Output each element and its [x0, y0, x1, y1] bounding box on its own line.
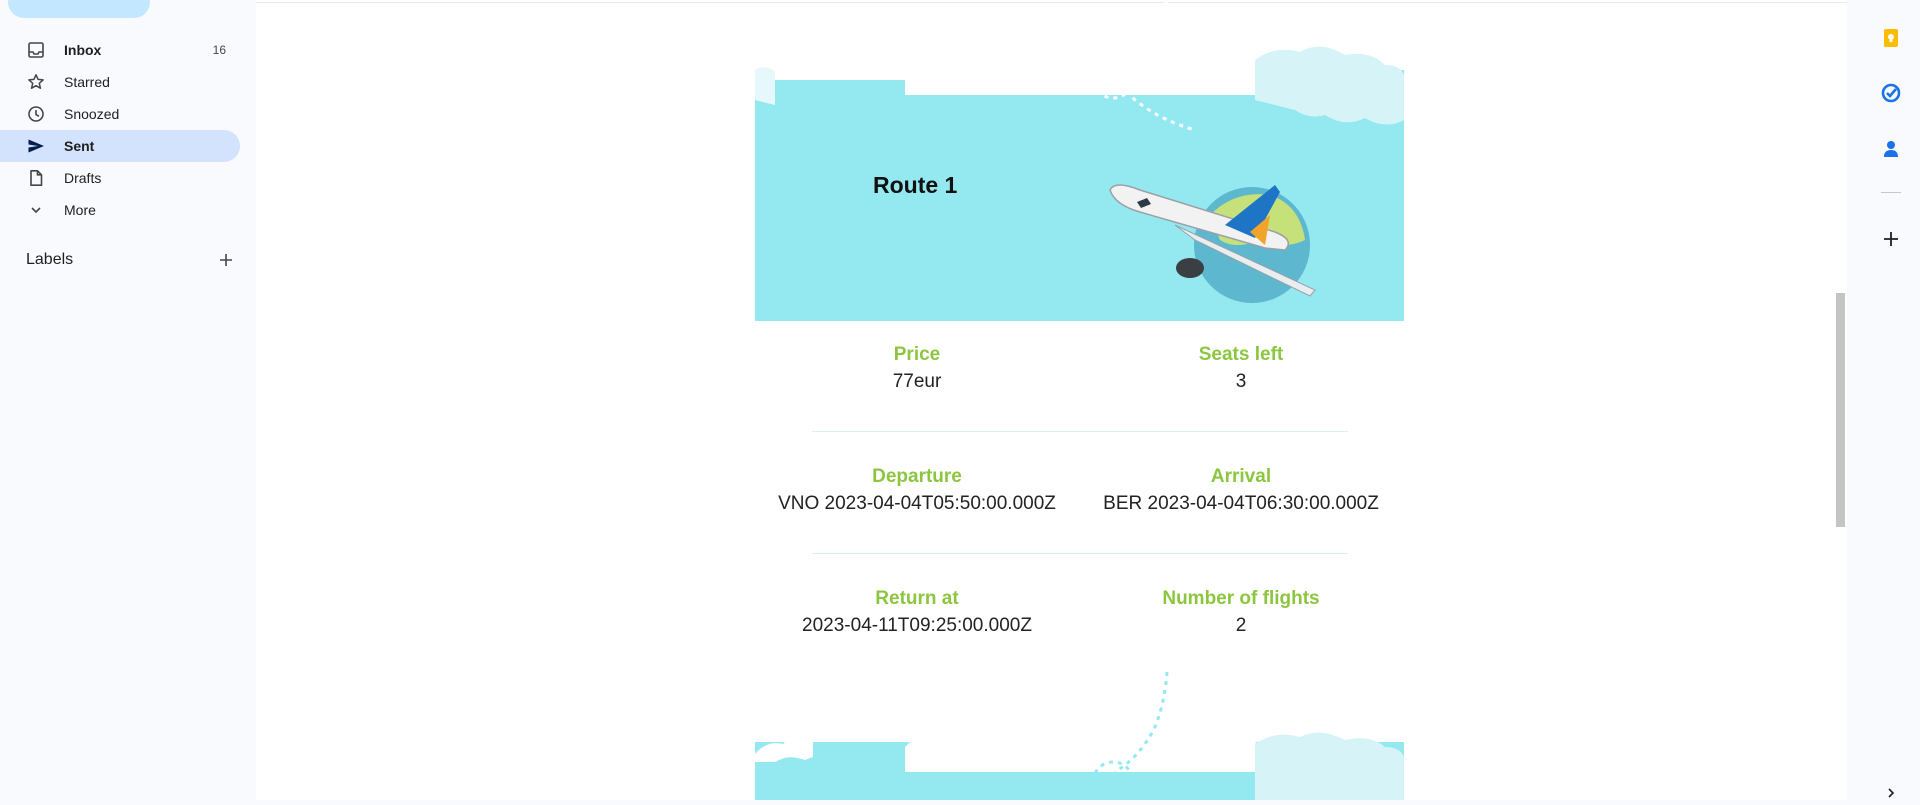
add-label-button[interactable]	[216, 250, 236, 270]
flights-label: Number of flights	[1162, 588, 1320, 609]
departure-arrival-row: Departure VNO 2023-04-04T05:50:00.000Z A…	[755, 465, 1404, 519]
sidebar: Inbox 16 Starred Snoozed Sent Drafts Mor…	[0, 0, 256, 800]
star-icon	[26, 72, 46, 92]
keep-icon[interactable]	[1879, 26, 1903, 50]
departure-label: Departure	[872, 466, 962, 487]
return-value: 2023-04-11T09:25:00.000Z	[802, 615, 1032, 636]
sidebar-item-drafts[interactable]: Drafts	[0, 162, 240, 194]
arrival-value: BER 2023-04-04T06:30:00.000Z	[1103, 493, 1379, 514]
email-body: Route 1 Price 77eur Seats left 3 Departu…	[755, 0, 1404, 800]
sidebar-item-label: Sent	[64, 138, 95, 154]
sidebar-item-sent[interactable]: Sent	[0, 130, 240, 162]
sidebar-item-label: Inbox	[64, 42, 102, 58]
clouds-illustration	[755, 0, 1404, 303]
side-panel	[1863, 0, 1920, 800]
scrollbar-thumb[interactable]	[1836, 293, 1845, 527]
inbox-icon	[26, 40, 46, 60]
sidebar-item-label: Starred	[64, 74, 110, 90]
scrollbar[interactable]	[1835, 0, 1847, 800]
price-value: 77eur	[892, 371, 942, 392]
plus-icon	[220, 254, 232, 266]
price-block: Price 77eur	[755, 343, 1079, 397]
labels-heading: Labels	[26, 251, 74, 268]
compose-button[interactable]	[8, 0, 150, 18]
sidebar-item-label: More	[64, 202, 96, 218]
seats-label: Seats left	[1198, 344, 1284, 365]
sidebar-item-starred[interactable]: Starred	[0, 66, 240, 98]
send-icon	[26, 136, 46, 156]
divider	[812, 553, 1348, 554]
unread-count: 16	[212, 43, 226, 57]
nav-list: Inbox 16 Starred Snoozed Sent Drafts Mor…	[0, 34, 256, 226]
return-flights-row: Return at 2023-04-11T09:25:00.000Z Numbe…	[755, 587, 1404, 641]
arrival-block: Arrival BER 2023-04-04T06:30:00.000Z	[1079, 465, 1403, 519]
clock-icon	[26, 104, 46, 124]
sidebar-item-snoozed[interactable]: Snoozed	[0, 98, 240, 130]
add-icon[interactable]	[1879, 227, 1903, 251]
seats-block: Seats left 3	[1079, 343, 1403, 397]
arrival-label: Arrival	[1210, 466, 1272, 487]
flights-value: 2	[1235, 615, 1247, 636]
divider	[812, 431, 1348, 432]
return-block: Return at 2023-04-11T09:25:00.000Z	[755, 587, 1079, 641]
tasks-icon[interactable]	[1879, 81, 1903, 105]
route-title: Route 1	[873, 172, 958, 198]
price-seats-row: Price 77eur Seats left 3	[755, 343, 1404, 397]
draft-icon	[26, 168, 46, 188]
expand-icon[interactable]	[1879, 781, 1903, 805]
sidebar-item-inbox[interactable]: Inbox 16	[0, 34, 240, 66]
sidebar-item-more[interactable]: More	[0, 194, 240, 226]
contacts-icon[interactable]	[1879, 137, 1903, 161]
route-banner-next	[755, 672, 1404, 800]
seats-value: 3	[1235, 371, 1247, 392]
price-label: Price	[893, 344, 941, 365]
sidebar-item-label: Drafts	[64, 170, 102, 186]
divider	[1881, 192, 1901, 193]
departure-block: Departure VNO 2023-04-04T05:50:00.000Z	[755, 465, 1079, 519]
flights-block: Number of flights 2	[1079, 587, 1403, 641]
chevron-down-icon	[26, 200, 46, 220]
return-label: Return at	[875, 588, 959, 609]
message-pane: Route 1 Price 77eur Seats left 3 Departu…	[256, 0, 1847, 800]
clouds-illustration	[755, 672, 1404, 800]
departure-value: VNO 2023-04-04T05:50:00.000Z	[778, 493, 1056, 514]
sidebar-item-label: Snoozed	[64, 106, 120, 122]
labels-section-header: Labels	[26, 250, 236, 270]
route-banner: Route 1	[755, 0, 1404, 321]
